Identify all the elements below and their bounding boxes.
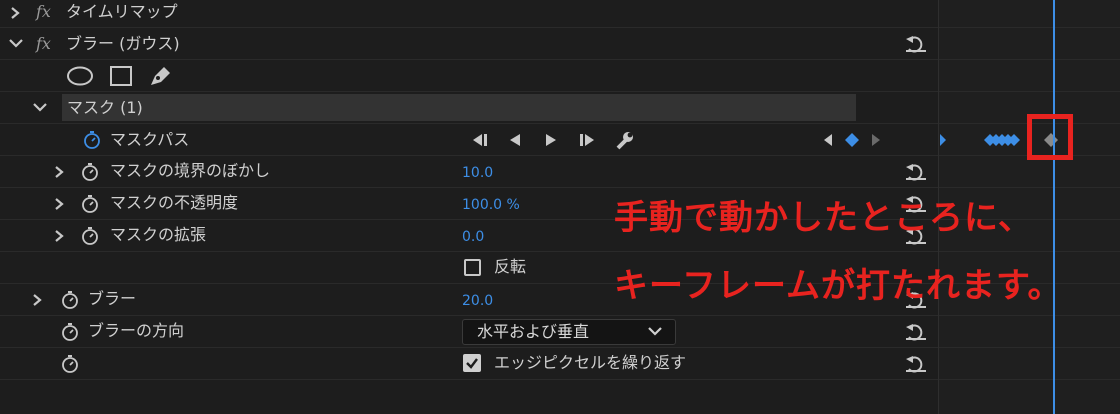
repeat-edge-row: エッジピクセルを繰り返す (0, 348, 938, 380)
reset-icon[interactable] (904, 163, 928, 181)
mask-1-highlight[interactable]: マスク (1) (62, 94, 856, 121)
fx-badge[interactable]: fx (36, 34, 51, 53)
mask-1-row: マスク (1) (0, 92, 938, 124)
timeline-row (939, 60, 1120, 92)
mask-path-label: マスクパス (110, 130, 190, 149)
stopwatch-active-icon[interactable] (82, 130, 102, 150)
chevron-down-icon[interactable] (32, 101, 48, 115)
stopwatch-icon[interactable] (60, 290, 80, 310)
annotation-line-2: キーフレームが打たれます。 (614, 266, 1063, 306)
pen-mask-icon[interactable] (148, 64, 174, 88)
timeline-row (939, 28, 1120, 60)
time-remap-row: fx タイムリマップ (0, 0, 938, 28)
stopwatch-icon[interactable] (80, 162, 100, 182)
next-keyframe-icon[interactable] (870, 132, 882, 148)
timeline-row (939, 0, 1120, 28)
stopwatch-icon[interactable] (80, 226, 100, 246)
inverted-checkbox[interactable] (464, 259, 481, 276)
reset-icon[interactable] (904, 323, 928, 341)
track-forward-one-frame-icon[interactable] (577, 131, 597, 149)
stopwatch-icon[interactable] (80, 194, 100, 214)
mask-1-label: マスク (1) (67, 98, 143, 117)
rectangle-mask-icon[interactable] (109, 65, 133, 87)
add-remove-keyframe-icon[interactable] (844, 132, 860, 148)
repeat-edge-label: エッジピクセルを繰り返す (494, 353, 687, 372)
mask-feather-row: マスクの境界のぼかし 10.0 (0, 156, 938, 188)
mask-tools-row (0, 60, 938, 92)
mask-expansion-label: マスクの拡張 (110, 225, 207, 244)
timeline-row (939, 348, 1120, 380)
chevron-right-icon[interactable] (52, 165, 66, 179)
blurriness-label: ブラー (88, 289, 137, 308)
track-forward-icon[interactable] (542, 131, 560, 149)
keyframe-marker (940, 134, 946, 146)
gaussian-blur-row: fx ブラー (ガウス) (0, 28, 938, 60)
timeline-row (939, 156, 1120, 188)
stopwatch-icon[interactable] (60, 354, 80, 374)
reset-icon[interactable] (904, 355, 928, 373)
mask-expansion-value[interactable]: 0.0 (462, 227, 484, 247)
mask-opacity-label: マスクの不透明度 (110, 193, 239, 212)
annotation-highlight-box (1027, 114, 1073, 160)
blur-direction-label: ブラーの方向 (88, 321, 185, 340)
chevron-down-icon[interactable] (8, 37, 24, 51)
chevron-right-icon[interactable] (8, 6, 22, 20)
blur-direction-selected: 水平および垂直 (477, 322, 590, 341)
mask-feather-label: マスクの境界のぼかし (110, 161, 271, 180)
time-remap-label: タイムリマップ (66, 2, 178, 21)
mask-path-row: マスクパス (0, 124, 938, 156)
repeat-edge-checkbox[interactable] (463, 354, 481, 372)
fx-badge[interactable]: fx (36, 2, 51, 21)
mask-opacity-value[interactable]: 100.0 % (462, 195, 520, 215)
playhead[interactable] (1053, 0, 1055, 414)
gaussian-blur-label: ブラー (ガウス) (66, 34, 180, 53)
chevron-right-icon[interactable] (52, 197, 66, 211)
chevron-down-icon (648, 327, 662, 336)
blurriness-value[interactable]: 20.0 (462, 291, 493, 311)
reset-icon[interactable] (904, 35, 928, 53)
wrench-icon[interactable] (614, 129, 636, 151)
chevron-right-icon[interactable] (30, 293, 44, 307)
mask-feather-value[interactable]: 10.0 (462, 163, 493, 183)
blur-direction-dropdown[interactable]: 水平および垂直 (462, 319, 676, 345)
track-backward-one-frame-icon[interactable] (470, 131, 490, 149)
annotation-line-1: 手動で動かしたところに、 (614, 198, 1033, 238)
previous-keyframe-icon[interactable] (822, 132, 834, 148)
chevron-right-icon[interactable] (52, 229, 66, 243)
ellipse-mask-icon[interactable] (66, 66, 94, 86)
stopwatch-icon[interactable] (60, 322, 80, 342)
track-backward-icon[interactable] (506, 131, 524, 149)
inverted-label: 反転 (494, 257, 527, 276)
timeline-row (939, 316, 1120, 348)
